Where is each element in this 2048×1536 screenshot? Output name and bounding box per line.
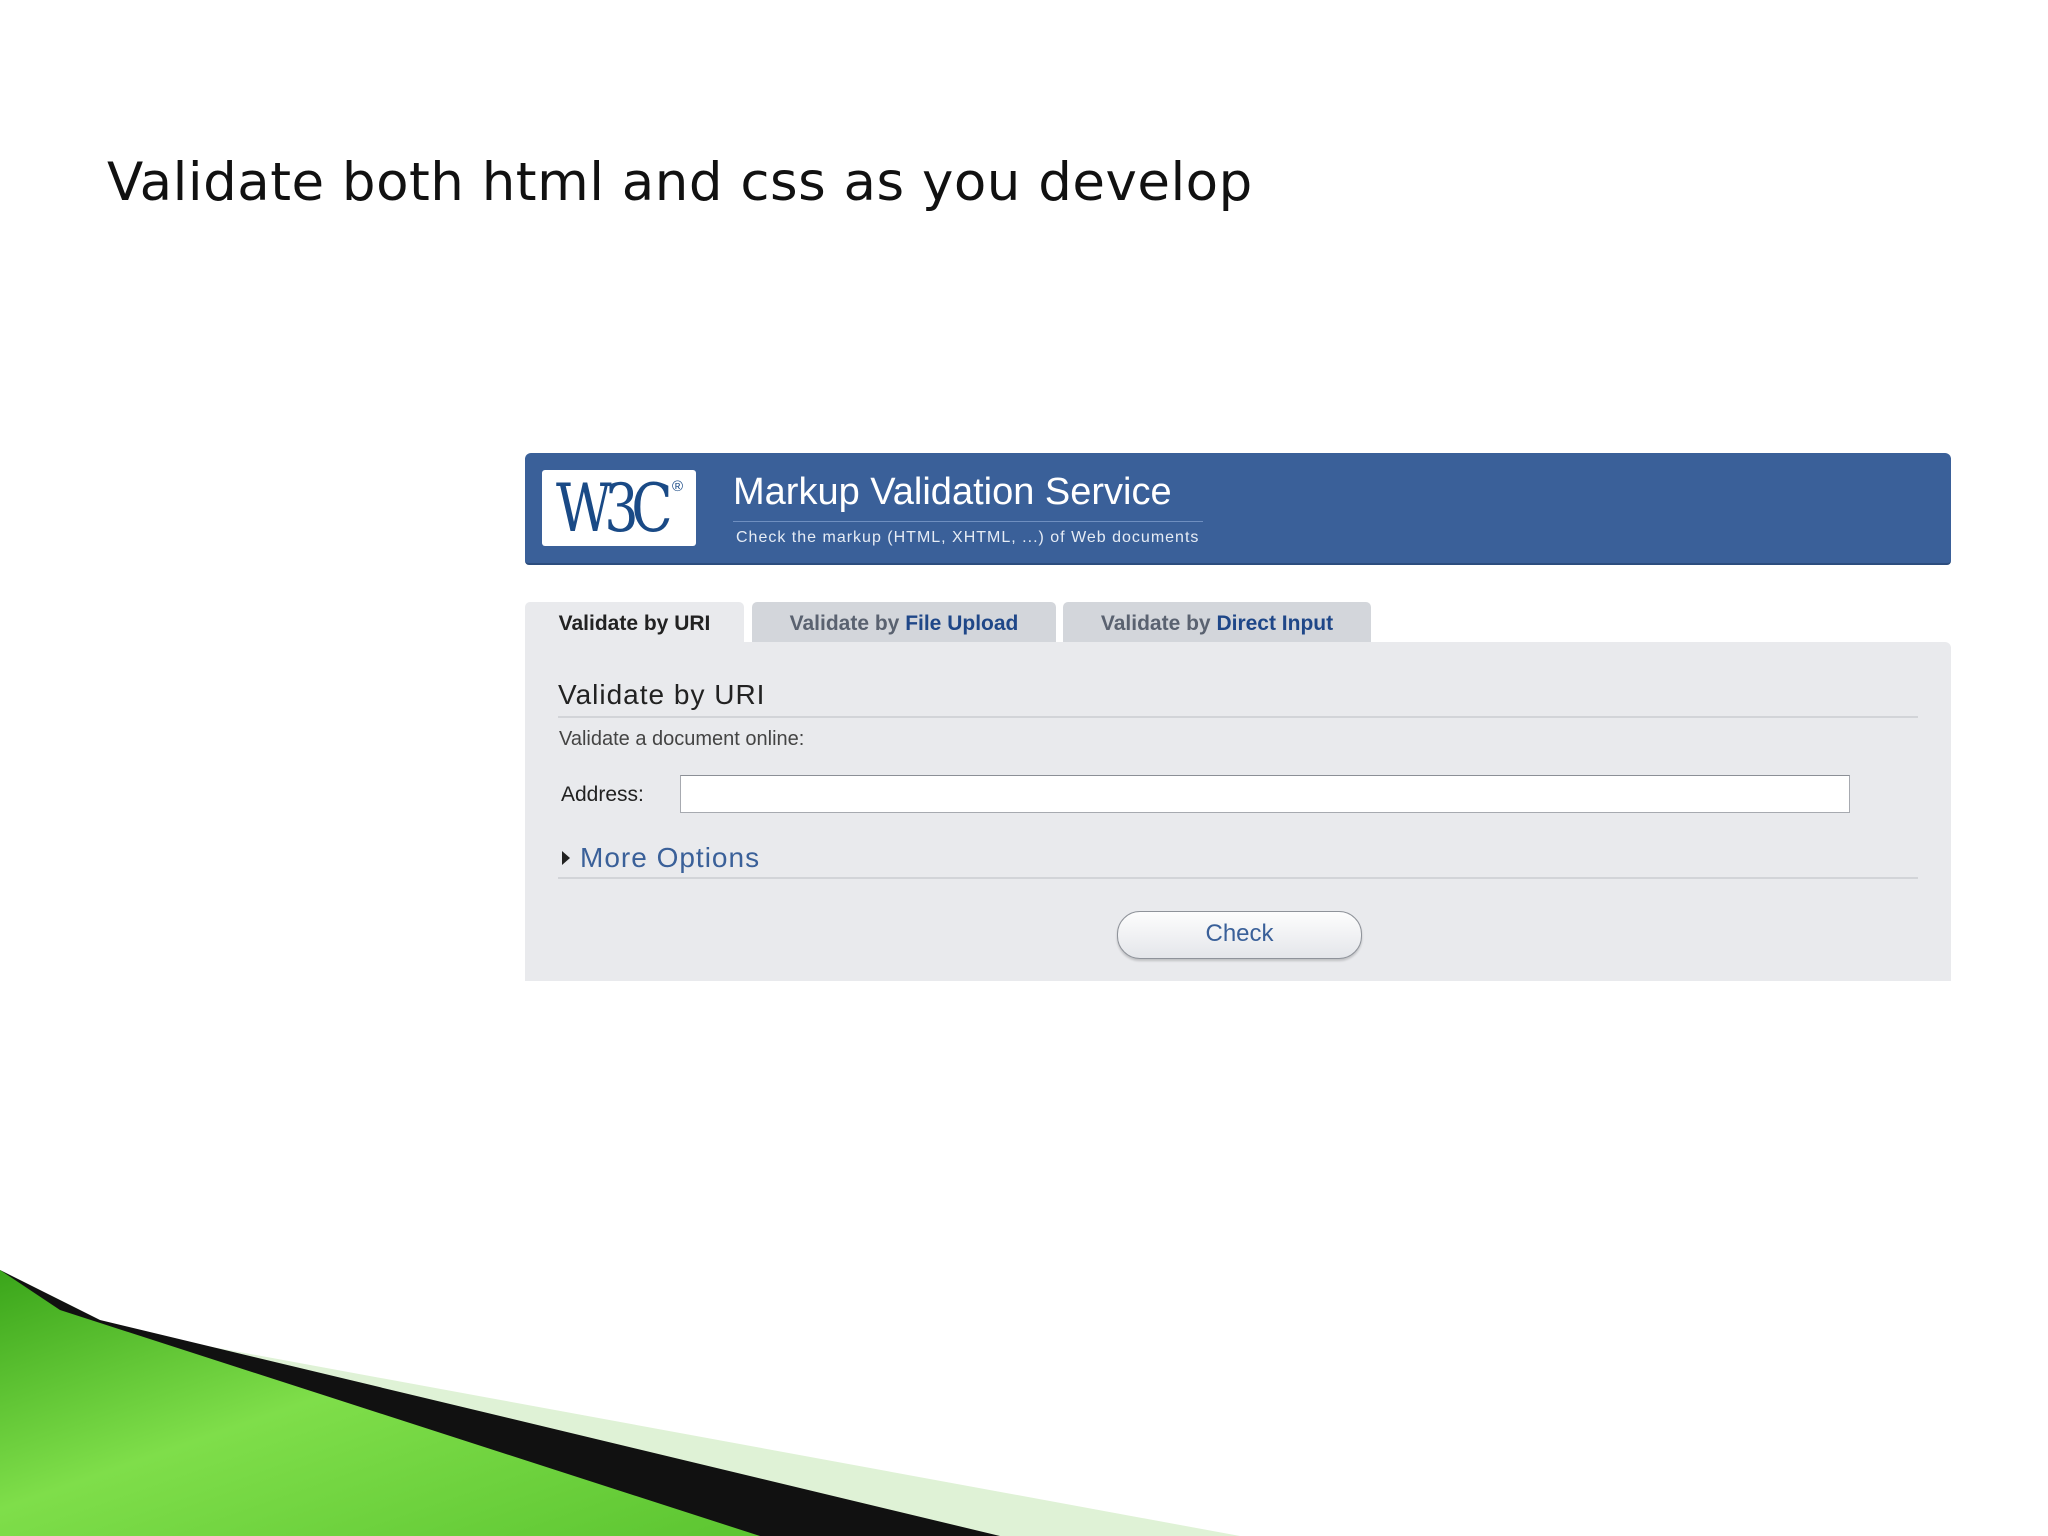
tab-validate-by-uri[interactable]: Validate by URI — [525, 602, 744, 646]
caret-right-icon — [562, 851, 570, 865]
more-options-label: More Options — [580, 842, 761, 873]
section-divider — [558, 716, 1918, 718]
check-button[interactable]: Check — [1117, 911, 1362, 959]
tab-label-emphasis: File Upload — [905, 612, 1019, 635]
section-title: Validate by URI — [558, 679, 766, 710]
registered-mark: ® — [671, 478, 683, 495]
tab-label-prefix: Validate by — [1100, 612, 1217, 635]
page-title: Markup Validation Service — [733, 471, 1172, 513]
tab-label-emphasis: URI — [674, 612, 711, 635]
decorative-swoosh — [0, 1270, 1240, 1536]
slide-title: Validate both html and css as you develo… — [107, 152, 1253, 213]
tab-label-prefix: Validate by — [789, 612, 906, 635]
title-divider — [733, 521, 1203, 522]
form-instruction: Validate a document online: — [559, 728, 805, 750]
slide: Validate both html and css as you develo… — [0, 0, 2048, 1536]
tab-label-prefix: Validate by — [558, 612, 675, 635]
header-banner: W3C ® Markup Validation Service Check th… — [525, 453, 1951, 565]
address-input[interactable] — [680, 775, 1850, 813]
address-label: Address: — [561, 783, 644, 806]
tab-label-emphasis: Direct Input — [1216, 612, 1334, 635]
validate-form-panel: Validate by URI Validate a document onli… — [525, 642, 1951, 981]
tab-validate-by-direct-input[interactable]: Validate by Direct Input — [1063, 602, 1371, 642]
w3c-logo[interactable]: W3C ® — [542, 470, 696, 546]
options-divider — [558, 877, 1918, 879]
validator-screenshot: W3C ® Markup Validation Service Check th… — [525, 453, 1951, 981]
page-subtitle: Check the markup (HTML, XHTML, ...) of W… — [736, 529, 1200, 546]
tab-validate-by-file-upload[interactable]: Validate by File Upload — [752, 602, 1056, 642]
more-options-toggle[interactable]: More Options — [562, 842, 760, 874]
logo-text: W3C — [556, 470, 673, 547]
